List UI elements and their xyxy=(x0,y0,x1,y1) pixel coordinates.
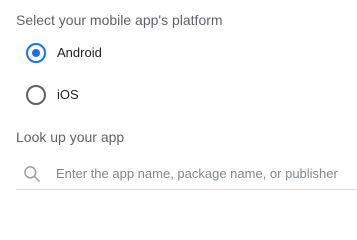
platform-heading: Select your mobile app's platform xyxy=(16,12,223,28)
radio-unchecked-icon[interactable] xyxy=(26,85,46,105)
app-search-field[interactable] xyxy=(16,158,356,190)
radio-option-ios[interactable]: iOS xyxy=(26,84,79,106)
search-icon xyxy=(24,165,40,182)
lookup-heading: Look up your app xyxy=(16,129,125,145)
app-platform-form: Select your mobile app's platform Androi… xyxy=(0,0,357,207)
radio-option-android[interactable]: Android xyxy=(26,42,102,64)
radio-dot-icon xyxy=(32,49,40,57)
radio-label-ios[interactable]: iOS xyxy=(57,86,79,104)
radio-label-android[interactable]: Android xyxy=(57,44,102,62)
app-search-input[interactable] xyxy=(56,163,346,184)
radio-checked-icon[interactable] xyxy=(26,43,46,63)
